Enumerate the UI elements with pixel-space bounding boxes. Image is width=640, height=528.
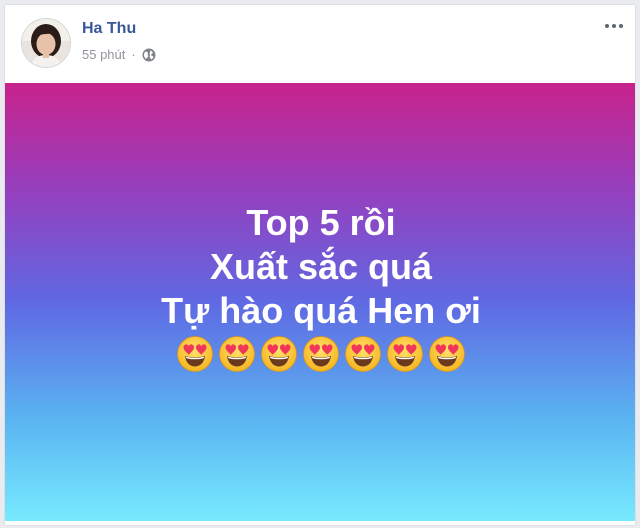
emoji-row [176, 335, 466, 373]
heart-eyes-emoji [261, 336, 297, 372]
heart-eyes-emoji [387, 336, 423, 372]
heart-eyes-emoji [177, 336, 213, 372]
author-avatar[interactable] [21, 18, 71, 68]
status-line-1: Top 5 rồi [246, 202, 396, 243]
colored-status-background: Top 5 rồi Xuất sắc quá Tự hào quá Hen ơi [5, 83, 635, 523]
post-time[interactable]: 55 phút [82, 47, 125, 62]
heart-eyes-emoji [429, 336, 465, 372]
meta-separator: · [131, 47, 136, 62]
more-horizontal-icon[interactable] [601, 17, 627, 35]
status-line-2: Xuất sắc quá [209, 246, 433, 287]
globe-icon[interactable] [142, 48, 156, 62]
more-dot [619, 24, 623, 28]
post-bottom-edge [5, 521, 635, 525]
more-dot [612, 24, 616, 28]
post-header: Ha Thu 55 phút · [5, 5, 635, 83]
heart-eyes-emoji [345, 336, 381, 372]
more-dot [605, 24, 609, 28]
author-name[interactable]: Ha Thu [82, 20, 136, 38]
heart-eyes-emoji [219, 336, 255, 372]
status-line-3: Tự hào quá Hen ơi [161, 290, 481, 331]
post-meta: 55 phút · [82, 47, 156, 62]
heart-eyes-emoji [303, 336, 339, 372]
post-card: Ha Thu 55 phút · Top 5 rồi Xuất sắc quá … [4, 4, 636, 526]
